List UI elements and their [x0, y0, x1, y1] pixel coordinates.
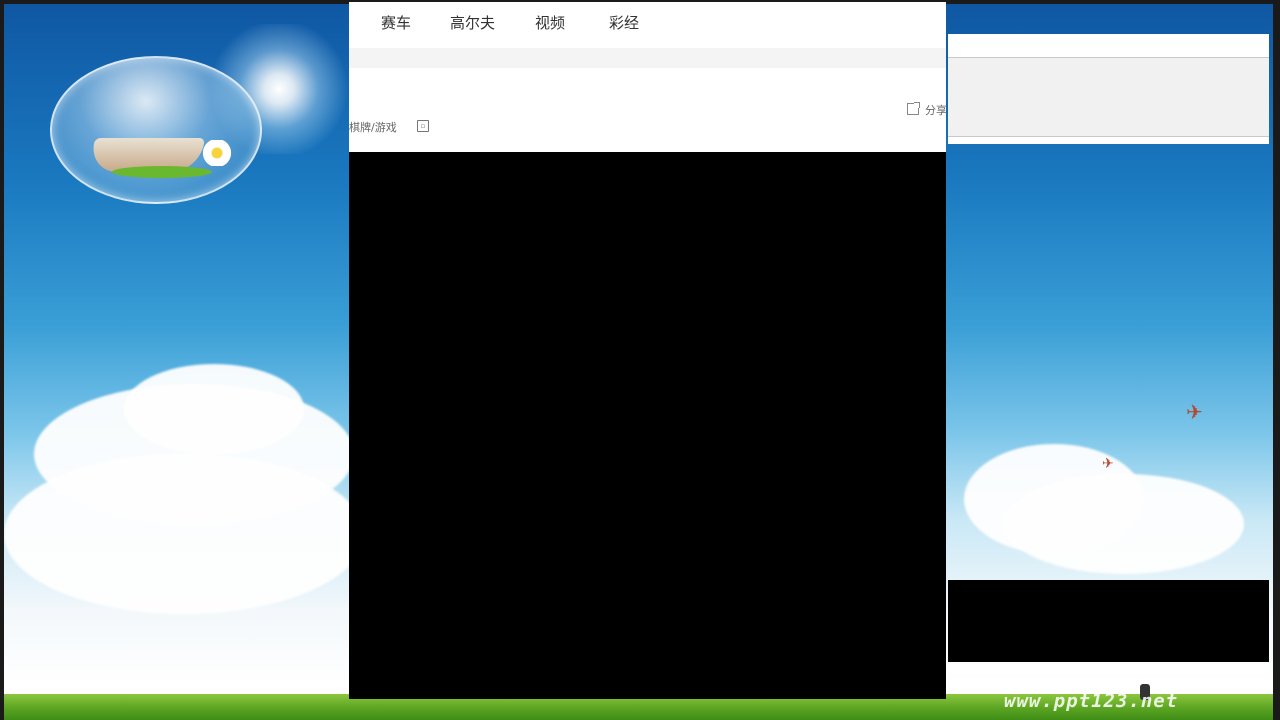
small-square-icon[interactable]: ▫ — [417, 120, 429, 132]
video-player[interactable] — [349, 152, 946, 699]
flower-icon — [202, 140, 232, 166]
breadcrumb[interactable]: 棋牌/游戏 — [349, 119, 397, 135]
side-strip — [948, 664, 1269, 674]
nav-item-video[interactable]: 视频 — [535, 12, 565, 33]
nav-item-lottery[interactable]: 彩经 — [609, 12, 639, 33]
side-video-panel[interactable] — [948, 580, 1269, 662]
dragonfly-icon: ✈ — [1102, 456, 1114, 472]
cloud — [4, 454, 364, 614]
side-panel — [948, 34, 1269, 144]
cloud — [1004, 474, 1244, 574]
side-panel-content — [948, 57, 1269, 137]
web-page: 赛车 高尔夫 视频 彩经 分享 棋牌/游戏 ▫ — [349, 2, 946, 699]
nav-item-golf[interactable]: 高尔夫 — [450, 12, 495, 33]
nav-divider — [349, 48, 946, 68]
watermark-text: www.ppt123.net — [1004, 690, 1179, 712]
dragonfly-icon: ✈ — [1186, 400, 1203, 424]
share-button[interactable]: 分享 — [907, 102, 946, 118]
nav-item-racing[interactable]: 赛车 — [381, 12, 411, 33]
cloud — [124, 364, 304, 454]
bubble-image — [50, 56, 262, 204]
screen-frame: ✈ ✈ www.ppt123.net 赛车 高尔夫 视频 彩经 分享 棋牌/游戏… — [0, 0, 1280, 720]
external-link-icon — [907, 102, 920, 115]
top-nav: 赛车 高尔夫 视频 彩经 — [349, 2, 946, 46]
grass-image — [112, 166, 212, 178]
share-label: 分享 — [925, 104, 946, 117]
